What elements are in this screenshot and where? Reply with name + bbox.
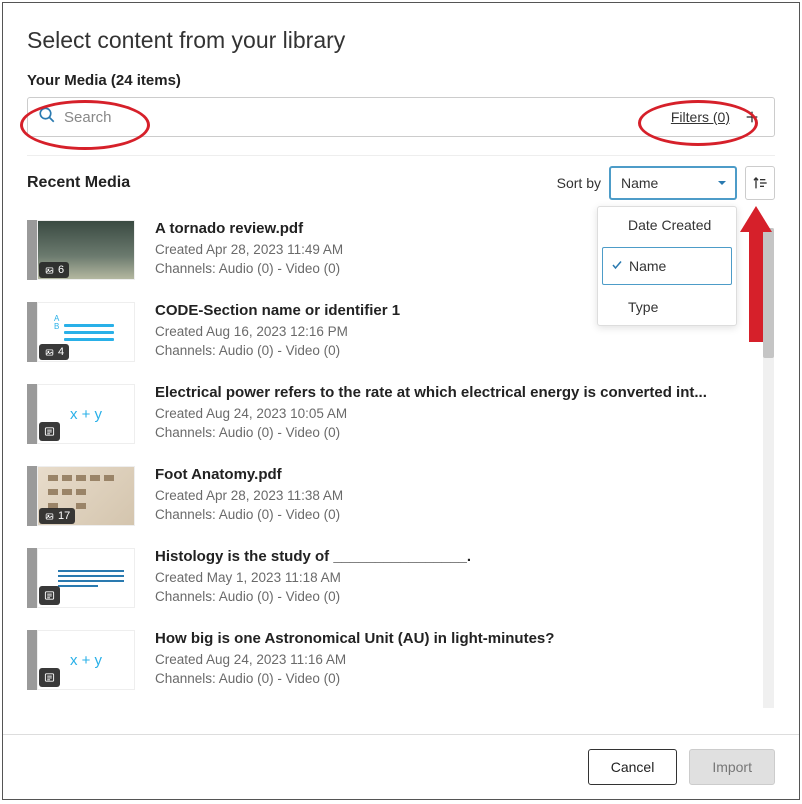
media-info: Histology is the study of ______________… <box>155 548 775 607</box>
media-created: Created Apr 28, 2023 11:38 AM <box>155 487 775 506</box>
image-count-badge: 6 <box>39 262 69 278</box>
document-icon <box>39 668 60 687</box>
list-item[interactable]: Histology is the study of ______________… <box>27 540 775 622</box>
chevron-down-icon <box>717 175 727 191</box>
media-channels: Channels: Audio (0) - Video (0) <box>155 670 775 689</box>
sort-selected-value: Name <box>621 175 658 191</box>
media-info: How big is one Astronomical Unit (AU) in… <box>155 630 775 689</box>
media-title: How big is one Astronomical Unit (AU) in… <box>155 630 775 647</box>
scrollbar[interactable] <box>763 228 774 708</box>
media-title: Electrical power refers to the rate at w… <box>155 384 775 401</box>
modal-dialog: Select content from your library Your Me… <box>2 2 800 800</box>
recent-media-label: Recent Media <box>27 174 130 192</box>
sort-option-name[interactable]: Name <box>602 247 732 285</box>
header: Select content from your library Your Me… <box>3 3 799 137</box>
check-icon <box>611 258 623 274</box>
list-item[interactable]: x + y Electrical power refers to the rat… <box>27 376 775 458</box>
footer: Cancel Import <box>3 734 799 799</box>
search-input[interactable] <box>56 109 671 126</box>
list-item[interactable]: 17 Foot Anatomy.pdf Created Apr 28, 2023… <box>27 458 775 540</box>
thumbnail: 17 <box>27 466 135 526</box>
media-channels: Channels: Audio (0) - Video (0) <box>155 424 775 443</box>
media-created: Created Aug 24, 2023 11:16 AM <box>155 651 775 670</box>
thumbnail <box>27 548 135 608</box>
sort-by-label: Sort by <box>557 175 601 191</box>
add-filter-button[interactable] <box>740 105 764 129</box>
search-icon <box>38 106 56 129</box>
sort-direction-button[interactable] <box>745 166 775 200</box>
dialog-title: Select content from your library <box>27 27 775 54</box>
list-item[interactable]: x + y How big is one Astronomical Unit (… <box>27 622 775 690</box>
sort-controls: Sort by Name Date Created Name <box>557 166 775 200</box>
media-channels: Channels: Audio (0) - Video (0) <box>155 588 775 607</box>
sort-option-type[interactable]: Type <box>598 289 736 325</box>
media-title: Histology is the study of ______________… <box>155 548 775 565</box>
filters-link[interactable]: Filters (0) <box>671 109 730 125</box>
media-title: Foot Anatomy.pdf <box>155 466 775 483</box>
sort-option-date-created[interactable]: Date Created <box>598 207 736 243</box>
list-header: Recent Media Sort by Name Date Created <box>3 156 799 210</box>
document-icon <box>39 422 60 441</box>
media-info: Electrical power refers to the rate at w… <box>155 384 775 443</box>
document-icon <box>39 586 60 605</box>
sort-dropdown: Date Created Name Type <box>597 206 737 326</box>
media-created: Created Aug 24, 2023 10:05 AM <box>155 405 775 424</box>
scrollbar-thumb[interactable] <box>763 228 774 358</box>
media-info: Foot Anatomy.pdf Created Apr 28, 2023 11… <box>155 466 775 525</box>
cancel-button[interactable]: Cancel <box>588 749 678 785</box>
sort-select[interactable]: Name <box>609 166 737 200</box>
search-bar: Filters (0) <box>27 97 775 137</box>
import-button[interactable]: Import <box>689 749 775 785</box>
thumbnail: 6 <box>27 220 135 280</box>
media-created: Created May 1, 2023 11:18 AM <box>155 569 775 588</box>
image-count-badge: 17 <box>39 508 75 524</box>
thumbnail: x + y <box>27 384 135 444</box>
your-media-label: Your Media (24 items) <box>27 72 775 89</box>
thumbnail: AB 4 <box>27 302 135 362</box>
image-count-badge: 4 <box>39 344 69 360</box>
media-channels: Channels: Audio (0) - Video (0) <box>155 506 775 525</box>
media-channels: Channels: Audio (0) - Video (0) <box>155 342 775 361</box>
thumbnail: x + y <box>27 630 135 690</box>
